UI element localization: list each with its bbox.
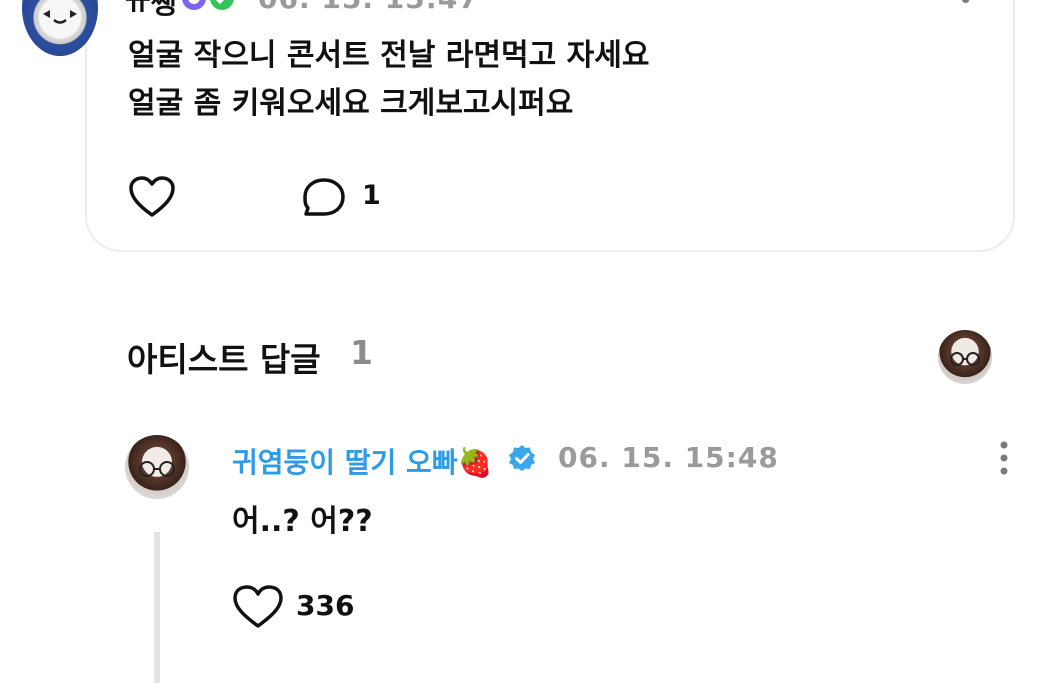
reply-author-name[interactable]: 귀염둥이 딸기 오빠🍓: [232, 441, 492, 481]
reply-like-heart-icon[interactable]: [232, 584, 284, 630]
verified-badge-icon: [509, 445, 535, 471]
artist-reply-section-title: 아티스트 답글: [127, 340, 321, 379]
post-comment-bubble-icon[interactable]: [300, 176, 348, 220]
post-text-line-2: 얼굴 좀 키워오세요 크게보고시퍼요: [128, 86, 574, 121]
post-like-heart-icon[interactable]: [128, 175, 176, 219]
post-date: 06. 15. 15:47: [258, 0, 479, 15]
reply-date: 06. 15. 15:48: [558, 441, 779, 474]
reply-avatar-glasses-icon: [139, 461, 175, 477]
reply-like-count: 336: [296, 589, 355, 622]
reply-text: 어..? 어??: [232, 504, 373, 539]
artist-glasses-icon: [950, 352, 980, 366]
post-author[interactable]: ㅠ쨍: [125, 0, 177, 22]
artist-reply-section-count: 1: [350, 333, 373, 372]
post-text: 얼굴 작으니 콘서트 전날 라면먹고 자세요 얼굴 좀 키워오세요 크게보고시퍼…: [128, 32, 649, 128]
reply-author-avatar[interactable]: [125, 435, 189, 499]
post-comment-count: 1: [362, 180, 381, 211]
strawberry-emoji: 🍓: [457, 446, 493, 479]
reply-author-name-text: 귀염둥이 딸기 오빠: [232, 446, 458, 479]
artist-avatar-small[interactable]: [938, 330, 992, 384]
reply-more-options-icon[interactable]: [994, 440, 1014, 476]
post-text-line-1: 얼굴 작으니 콘서트 전날 라면먹고 자세요: [128, 38, 650, 73]
fan-avatar-face-icon: [43, 10, 77, 24]
thread-connector-line: [154, 532, 160, 683]
membership-badges-icon: [182, 0, 234, 10]
post-more-icon[interactable]: •: [958, 0, 973, 16]
